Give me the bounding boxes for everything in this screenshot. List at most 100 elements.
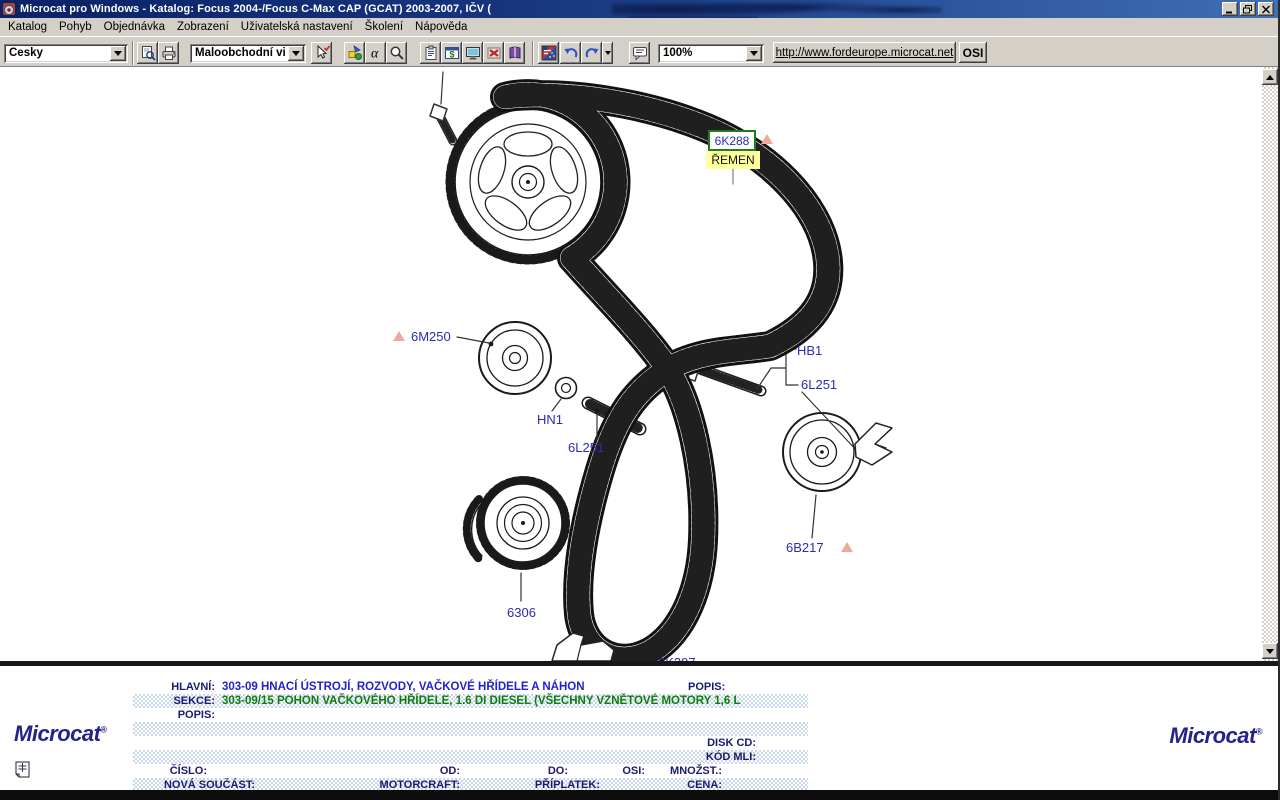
undo-button[interactable] bbox=[560, 42, 581, 64]
cislo-label: ČÍSLO: bbox=[133, 764, 207, 778]
book-icon bbox=[507, 45, 523, 61]
toolbar-separator bbox=[132, 41, 134, 65]
screen-view-button[interactable] bbox=[462, 42, 483, 64]
menu-uzivatelska-nastaveni[interactable]: Uživatelská nastavení bbox=[235, 19, 359, 35]
bottom-black-bar bbox=[0, 790, 1280, 800]
red-x-icon bbox=[486, 45, 502, 61]
part-label-6L251-right[interactable]: 6L251 bbox=[801, 377, 837, 392]
zoom-level-select[interactable]: 100% bbox=[658, 44, 764, 63]
do-label: DO: bbox=[508, 764, 568, 778]
warning-triangle-icon bbox=[841, 542, 853, 552]
restore-icon bbox=[1243, 5, 1253, 14]
zoom-button[interactable] bbox=[386, 42, 407, 64]
sekce-label: SEKCE: bbox=[133, 694, 215, 708]
arrow-down-icon bbox=[1266, 649, 1274, 654]
part-label-6L251-left[interactable]: 6L251 bbox=[568, 440, 604, 455]
part-label-6M250[interactable]: 6M250 bbox=[411, 329, 451, 344]
warning-triangle-icon bbox=[761, 134, 773, 144]
feedback-button[interactable] bbox=[629, 42, 650, 64]
microcat-logo-left: Microcat® bbox=[14, 721, 107, 747]
view-mode-value: Maloobchodní vi bbox=[195, 47, 286, 59]
svg-text:$: $ bbox=[449, 50, 454, 60]
table-row-stripe bbox=[133, 722, 808, 736]
print-button[interactable] bbox=[158, 42, 179, 64]
chevron-down-icon bbox=[605, 51, 611, 55]
microcat-url-button[interactable]: http://www.fordeurope.microcat.net bbox=[773, 42, 956, 63]
od-label: OD: bbox=[400, 764, 460, 778]
zoom-level-value: 100% bbox=[663, 47, 692, 59]
window-title: Microcat pro Windows - Katalog: Focus 20… bbox=[20, 3, 491, 15]
part-label-HN1[interactable]: HN1 bbox=[537, 412, 563, 427]
part-callout-6K288[interactable]: 6K288 bbox=[708, 130, 756, 151]
washer[interactable] bbox=[556, 378, 577, 399]
language-select[interactable]: Cesky bbox=[4, 44, 128, 63]
chevron-down-icon[interactable] bbox=[746, 46, 762, 61]
osi-button[interactable]: OSI bbox=[959, 42, 987, 63]
mnozst-label: MNOŽST.: bbox=[650, 764, 722, 778]
notes-report-icon[interactable] bbox=[14, 760, 31, 779]
parts-diagram-canvas[interactable]: 6K288 ŘEMEN 6M250 HB1 6L251 HN1 6L251 63… bbox=[0, 67, 1264, 661]
restore-button[interactable] bbox=[1240, 2, 1256, 16]
menu-objednavka[interactable]: Objednávka bbox=[98, 19, 171, 35]
menu-zobrazeni[interactable]: Zobrazení bbox=[171, 19, 235, 35]
print-preview-icon bbox=[140, 45, 156, 61]
undo-icon bbox=[563, 45, 579, 61]
window-titlebar[interactable]: Microcat pro Windows - Katalog: Focus 20… bbox=[0, 0, 1280, 18]
redo-dropdown-button[interactable] bbox=[602, 42, 613, 64]
kod-mli-label: KÓD MLI: bbox=[688, 750, 756, 764]
microcat-logo-right: Microcat® bbox=[1169, 723, 1262, 749]
part-label-HB1[interactable]: HB1 bbox=[797, 343, 822, 358]
scroll-up-button[interactable] bbox=[1262, 69, 1278, 85]
scroll-down-button[interactable] bbox=[1262, 643, 1278, 659]
print-preview-button[interactable] bbox=[137, 42, 158, 64]
redo-button[interactable] bbox=[581, 42, 602, 64]
clipboard-icon bbox=[423, 45, 439, 61]
view-mode-select[interactable]: Maloobchodní vi bbox=[190, 44, 306, 63]
alpha-icon: α bbox=[368, 45, 384, 61]
minimize-button[interactable] bbox=[1222, 2, 1238, 16]
vertical-scrollbar[interactable] bbox=[1262, 67, 1278, 661]
locale-button[interactable] bbox=[538, 42, 559, 64]
menu-pohyb[interactable]: Pohyb bbox=[53, 19, 98, 35]
redo-icon bbox=[584, 45, 600, 61]
prices-button[interactable]: $ bbox=[441, 42, 462, 64]
menu-napoveda[interactable]: Nápověda bbox=[409, 19, 473, 35]
timing-belt-illustration[interactable] bbox=[0, 67, 1264, 661]
notes-button[interactable] bbox=[420, 42, 441, 64]
microcat-window: { "window": { "title": "Microcat pro Win… bbox=[0, 0, 1280, 800]
hlavni-value: 303-09 HNACÍ ÚSTROJÍ, ROZVODY, VAČKOVÉ H… bbox=[222, 680, 585, 694]
hlavni-label: HLAVNÍ: bbox=[133, 680, 215, 694]
toolbar-separator bbox=[532, 41, 534, 65]
chevron-down-icon[interactable] bbox=[288, 46, 304, 61]
graphic-index-button[interactable] bbox=[344, 42, 365, 64]
language-value: Cesky bbox=[9, 47, 43, 59]
chevron-down-icon[interactable] bbox=[110, 46, 126, 61]
menu-skoleni[interactable]: Školení bbox=[359, 19, 409, 35]
flags-icon bbox=[541, 45, 557, 61]
disk-cd-label: DISK CD: bbox=[688, 736, 756, 750]
menu-bar: Katalog Pohyb Objednávka Zobrazení Uživa… bbox=[0, 18, 1280, 36]
part-label-6306[interactable]: 6306 bbox=[507, 605, 536, 620]
idler-pulley[interactable] bbox=[783, 413, 861, 491]
catalog-book-button[interactable] bbox=[504, 42, 525, 64]
magnifier-icon bbox=[389, 45, 405, 61]
minimize-icon bbox=[1225, 5, 1235, 14]
toolbar: Cesky Maloobchodní vi bbox=[0, 36, 1280, 67]
arrow-up-icon bbox=[1266, 75, 1274, 80]
tensioner-pulley[interactable] bbox=[479, 322, 551, 394]
close-icon bbox=[1261, 5, 1271, 14]
monitor-icon bbox=[465, 45, 481, 61]
close-image-button[interactable] bbox=[483, 42, 504, 64]
menu-katalog[interactable]: Katalog bbox=[2, 19, 53, 35]
crankshaft-sprocket[interactable] bbox=[467, 480, 566, 566]
close-button[interactable] bbox=[1258, 2, 1274, 16]
select-parts-button[interactable] bbox=[311, 42, 332, 64]
part-tooltip-remen: ŘEMEN bbox=[706, 151, 760, 169]
pointer-check-icon bbox=[314, 45, 330, 61]
app-icon bbox=[2, 2, 16, 16]
part-label-6B217[interactable]: 6B217 bbox=[786, 540, 824, 555]
print-icon bbox=[161, 45, 177, 61]
popis-label-1: POPIS: bbox=[688, 680, 725, 694]
svg-text:α: α bbox=[371, 47, 379, 62]
alpha-index-button[interactable]: α bbox=[365, 42, 386, 64]
